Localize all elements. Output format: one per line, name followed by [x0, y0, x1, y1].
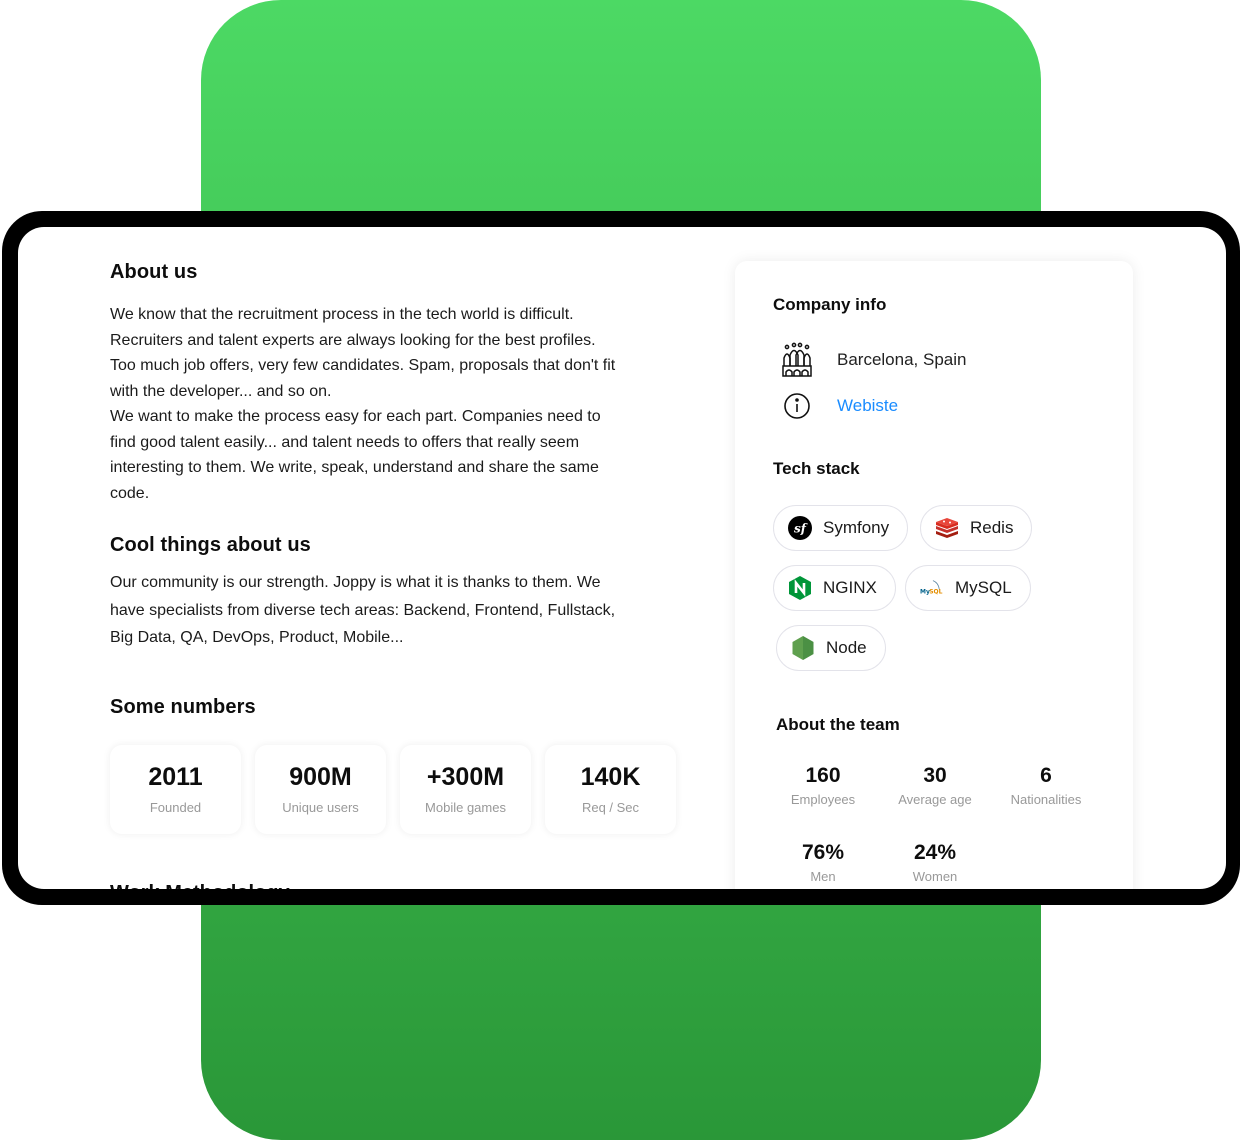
symfony-logo-icon: sf: [788, 516, 812, 540]
text-line: interesting to them. We write, speak, un…: [110, 459, 599, 476]
stat-label: Mobile games: [425, 800, 506, 815]
stat-label: Founded: [149, 800, 202, 815]
device-frame: About us We know that the recruitment pr…: [2, 211, 1240, 905]
tech-chip-node[interactable]: Node: [776, 625, 886, 671]
about-team-heading: About the team: [776, 715, 900, 734]
stat-value: +300M: [426, 763, 505, 791]
website-row[interactable]: Webiste: [781, 388, 898, 424]
work-methodology-heading: Work Methodology: [110, 882, 290, 889]
stat-value: 2011: [148, 763, 203, 791]
device-screen: About us We know that the recruitment pr…: [18, 227, 1226, 889]
text-line: Our community is our strength. Joppy is …: [110, 574, 601, 591]
some-numbers-heading: Some numbers: [110, 695, 256, 718]
about-us-heading: About us: [110, 261, 198, 283]
team-stat-value: 30: [923, 764, 947, 787]
stat-label: Unique users: [282, 800, 359, 815]
team-stat-average-age: 30 Average age: [880, 764, 990, 807]
stat-card-founded: 2011 Founded: [110, 744, 241, 834]
company-description-column: About us We know that the recruitment pr…: [110, 261, 700, 834]
text-line: find good talent easily... and talent ne…: [110, 433, 580, 451]
team-stat-men: 76% Men: [768, 841, 878, 884]
tech-chip-mysql[interactable]: My SQL MySQL: [905, 565, 1031, 611]
stat-label: Req / Sec: [581, 800, 640, 815]
stat-card-req-sec: 140K Req / Sec: [545, 744, 676, 834]
stat-value: 140K: [580, 763, 641, 791]
cool-things-text: Our community is our strength. Joppy is …: [110, 569, 700, 652]
cool-things-heading: Cool things about us: [110, 534, 311, 556]
team-stat-label: Nationalities: [1010, 792, 1082, 807]
about-us-text: We know that the recruitment process in …: [110, 302, 700, 506]
svg-text:sf: sf: [794, 522, 808, 536]
nginx-logo-icon: [788, 576, 812, 600]
tech-chip-symfony[interactable]: sf Symfony: [773, 505, 909, 551]
team-stat-value: 160: [805, 764, 841, 787]
text-line: Recruiters and talent experts are always…: [110, 331, 596, 349]
location-row: Barcelona, Spain: [781, 342, 966, 378]
svg-text:SQL: SQL: [929, 589, 942, 596]
text-line: Too much job offers, very few candidates…: [110, 357, 616, 374]
team-stat-label: Employees: [790, 792, 856, 807]
location-text: Barcelona, Spain: [837, 350, 967, 369]
mysql-logo-icon: My SQL: [920, 576, 944, 600]
team-stat-label: Women: [912, 869, 958, 884]
team-stat-nationalities: 6 Nationalities: [991, 764, 1101, 807]
tech-name: Redis: [970, 518, 1014, 537]
tech-stack-heading: Tech stack: [773, 459, 860, 478]
stats-row: 2011 Founded 900M Unique users +300M Mob…: [110, 744, 700, 834]
text-line: We know that the recruitment process in …: [110, 306, 574, 323]
text-line: We want to make the process easy for eac…: [110, 408, 601, 425]
text-line: code.: [110, 484, 150, 502]
tech-chip-redis[interactable]: Redis: [920, 505, 1033, 551]
team-stat-value: 76%: [801, 841, 845, 864]
tech-name: Symfony: [823, 518, 890, 537]
team-stat-label: Average age: [898, 792, 972, 807]
redis-logo-icon: [935, 516, 959, 540]
team-stat-women: 24% Women: [880, 841, 990, 884]
website-link[interactable]: Webiste: [837, 396, 898, 416]
tech-chip-nginx[interactable]: NGINX: [773, 565, 896, 611]
team-stat-employees: 160 Employees: [768, 764, 878, 807]
stat-value: 900M: [289, 763, 352, 791]
stat-card-mobile-games: +300M Mobile games: [400, 744, 531, 834]
stat-card-unique-users: 900M Unique users: [255, 744, 386, 834]
tech-name: MySQL: [955, 578, 1012, 597]
nodejs-logo-icon: [791, 636, 815, 660]
team-stat-value: 6: [1040, 764, 1052, 787]
sagrada-familia-icon: [781, 342, 813, 378]
team-stat-label: Men: [810, 869, 836, 884]
text-line: have specialists from diverse tech areas…: [110, 601, 616, 619]
info-icon: [781, 388, 813, 424]
text-line: with the developer... and so on.: [110, 382, 332, 400]
team-stat-value: 24%: [913, 841, 957, 864]
tech-name: NGINX: [823, 578, 877, 597]
company-info-card: Company info Barcelona, Spain Webiste Te…: [735, 261, 1133, 889]
company-info-heading: Company info: [773, 295, 887, 314]
tech-name: Node: [826, 638, 867, 657]
text-line: Big Data, QA, DevOps, Product, Mobile...: [110, 629, 404, 646]
